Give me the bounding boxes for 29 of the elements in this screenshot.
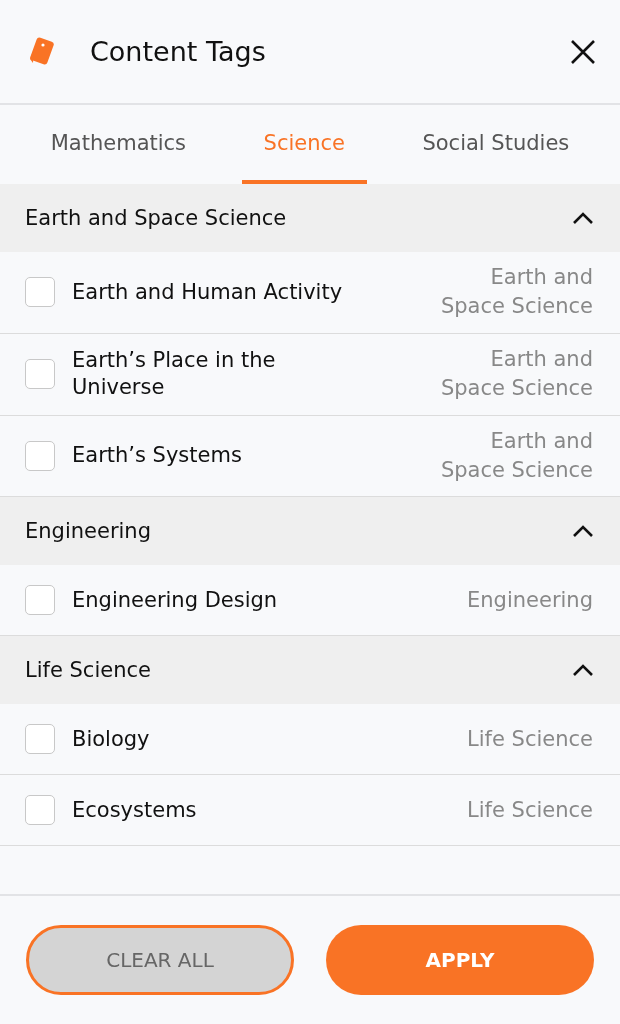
checkbox[interactable] [25, 795, 55, 826]
category-label: Life Science [466, 796, 593, 824]
chevron-up-icon [572, 524, 594, 539]
checkbox[interactable] [25, 585, 55, 616]
group-header[interactable]: Earth and Space Science [0, 184, 620, 252]
tab[interactable]: Social Studies [400, 105, 592, 184]
close-button[interactable] [570, 38, 596, 65]
category-label: Earth and Space Science [439, 427, 593, 484]
checkbox[interactable] [25, 359, 55, 390]
tag-label: Ecosystems [72, 796, 198, 824]
category-label: Life Science [466, 725, 593, 753]
group-header[interactable]: Life Science [0, 636, 620, 705]
category-label: Earth and Space Science [439, 264, 593, 321]
tag-label: Biology [72, 725, 151, 753]
checkbox[interactable] [25, 440, 55, 471]
chevron-up-icon [572, 211, 594, 225]
tag-label: Earth’s Place in the Universe [72, 346, 277, 402]
chevron-up-icon [572, 663, 594, 678]
category-label: Earth and Space Science [439, 345, 593, 403]
tab[interactable]: Mathematics [28, 105, 209, 184]
tag-label: Engineering Design [72, 586, 279, 614]
tag-label: Earth’s Systems [72, 442, 243, 470]
clear-all-button[interactable]: CLEAR ALL [26, 925, 294, 995]
category-label: Engineering [466, 586, 593, 614]
group-header[interactable]: Engineering [0, 497, 620, 566]
checkbox[interactable] [25, 277, 55, 308]
panel-title: Content Tags [90, 36, 267, 67]
checkbox[interactable] [25, 724, 55, 755]
tag-label: Earth and Human Activity [72, 278, 344, 306]
